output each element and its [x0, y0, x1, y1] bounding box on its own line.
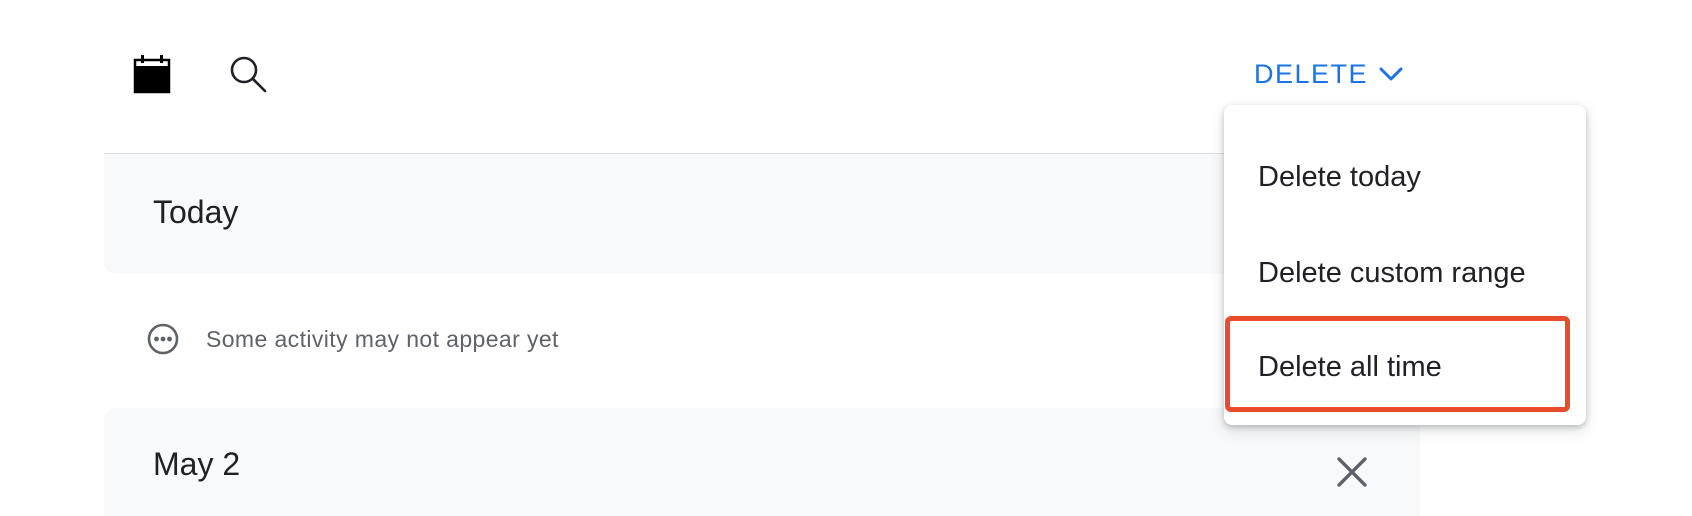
my-activity-page: DELETE Today Some activity may not appea…	[0, 0, 1692, 516]
menu-item-delete-all-time[interactable]: Delete all time	[1224, 319, 1586, 415]
close-icon	[1337, 457, 1367, 487]
search-button[interactable]	[224, 50, 272, 98]
delete-dropdown-button[interactable]: DELETE	[1254, 52, 1404, 96]
menu-item-label: Delete today	[1258, 160, 1421, 193]
day-header-today: Today	[104, 154, 1420, 274]
menu-item-label: Delete custom range	[1258, 256, 1526, 289]
search-icon	[230, 56, 267, 93]
activity-notice-text: Some activity may not appear yet	[206, 325, 559, 352]
delete-menu: Delete today Delete custom range Delete …	[1224, 105, 1586, 425]
menu-item-delete-today[interactable]: Delete today	[1224, 129, 1586, 225]
menu-item-label: Delete all time	[1258, 350, 1442, 383]
calendar-button[interactable]	[128, 50, 176, 98]
delete-button-label: DELETE	[1254, 58, 1369, 89]
menu-item-delete-custom-range[interactable]: Delete custom range	[1224, 225, 1586, 321]
delete-day-button[interactable]	[1328, 448, 1376, 496]
calendar-icon	[133, 55, 171, 94]
day-title-may-2: May 2	[153, 446, 241, 482]
activity-notice: Some activity may not appear yet	[146, 322, 559, 356]
day-title-today: Today	[153, 194, 239, 230]
more-horiz-circle-icon	[146, 322, 180, 356]
toolbar: DELETE	[104, 0, 1420, 154]
chevron-down-icon	[1379, 67, 1403, 81]
day-header-may-2: May 2	[104, 408, 1420, 516]
